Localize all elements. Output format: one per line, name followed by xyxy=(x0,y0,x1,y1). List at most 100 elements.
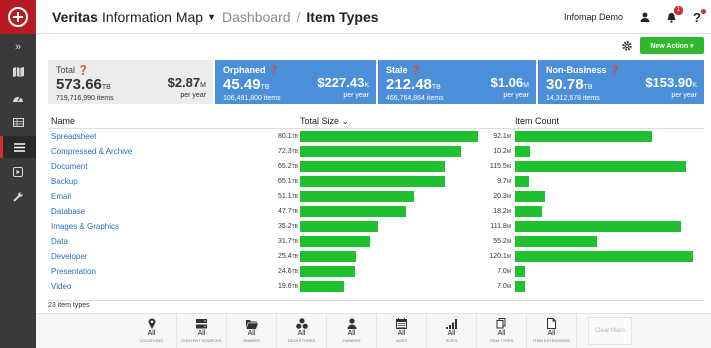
card-non-business[interactable]: Non-Business ❓ 30.78TB 14,312,578 items … xyxy=(536,60,704,104)
filter-content-sources[interactable]: All Content Sources xyxy=(177,314,227,348)
list-icon[interactable] xyxy=(0,136,36,158)
total-size-bar[interactable] xyxy=(300,206,406,217)
filter-locations[interactable]: All Locations xyxy=(127,314,177,348)
item-type-link[interactable]: Email xyxy=(51,192,71,201)
item-type-link[interactable]: Spreadsheet xyxy=(51,132,96,141)
app-name[interactable]: Veritas xyxy=(52,9,98,25)
filter-label: Shares xyxy=(243,338,260,343)
table-row[interactable]: Email 51.1TB 20.3M xyxy=(48,190,704,205)
item-count-bar[interactable] xyxy=(515,146,530,157)
table-row[interactable]: Spreadsheet 80.1TB 92.1M xyxy=(48,130,704,145)
help-mark: ? xyxy=(693,9,701,25)
app-name-rest[interactable]: Information Map xyxy=(102,9,203,25)
item-count-value: 115.5M xyxy=(489,163,511,170)
item-type-link[interactable]: Developer xyxy=(51,252,87,261)
total-size-bar[interactable] xyxy=(300,131,478,142)
total-size-bar[interactable] xyxy=(300,266,355,277)
play-icon[interactable] xyxy=(0,161,36,183)
item-count-bar[interactable] xyxy=(515,236,597,247)
dashboard-icon[interactable] xyxy=(0,86,36,108)
filter-sizes[interactable]: All Sizes xyxy=(427,314,477,348)
top-bar: Veritas Information Map ▼ Dashboard / It… xyxy=(36,0,711,34)
new-action-button[interactable]: New Action ▾ xyxy=(640,37,704,54)
table-row[interactable]: Document 65.2TB 115.5M xyxy=(48,160,704,175)
calendar-icon xyxy=(377,317,426,330)
total-size-bar[interactable] xyxy=(300,191,414,202)
column-header-total-size[interactable]: Total Size ⌄ xyxy=(300,116,349,127)
table-row[interactable]: Compressed & Archive 72.3TB 10.2M xyxy=(48,145,704,160)
card-cost: $2.87M xyxy=(167,75,206,90)
total-size-bar[interactable] xyxy=(300,146,461,157)
table-icon[interactable] xyxy=(0,111,36,133)
breadcrumb-dashboard[interactable]: Dashboard xyxy=(222,9,291,25)
total-size-bar[interactable] xyxy=(300,221,378,232)
item-count-bar[interactable] xyxy=(515,131,652,142)
filter-bar: All Locations All Content Sources All Shares A… xyxy=(36,313,711,348)
item-type-link[interactable]: Data xyxy=(51,237,68,246)
item-type-link[interactable]: Video xyxy=(51,282,71,291)
user-name[interactable]: Infomap Demo xyxy=(564,12,623,22)
item-count-bar[interactable] xyxy=(515,251,693,262)
folder-icon xyxy=(227,317,276,330)
table-row[interactable]: Database 47.7TB 18.2M xyxy=(48,205,704,220)
item-count-value: 92.1M xyxy=(493,133,511,140)
map-icon[interactable] xyxy=(0,61,36,83)
item-count-bar[interactable] xyxy=(515,281,525,292)
total-size-bar[interactable] xyxy=(300,281,344,292)
chevrons-right-icon[interactable]: » xyxy=(0,36,36,58)
sidebar: » xyxy=(0,0,36,348)
item-type-link[interactable]: Compressed & Archive xyxy=(51,147,132,156)
breadcrumb-separator: / xyxy=(296,8,301,25)
table-row[interactable]: Developer 25.4TB 120.1M xyxy=(48,250,704,265)
filter-shares[interactable]: All Shares xyxy=(227,314,277,348)
filter-ages[interactable]: All Ages xyxy=(377,314,427,348)
filter-item-extensions[interactable]: All Item Extensions xyxy=(527,314,577,348)
total-size-bar[interactable] xyxy=(300,176,445,187)
item-type-link[interactable]: Backup xyxy=(51,177,78,186)
total-size-value: 80.1TB xyxy=(277,133,298,140)
card-cost: $227.43K xyxy=(317,75,369,90)
filter-value: All xyxy=(197,330,206,337)
item-count-bar[interactable] xyxy=(515,176,529,187)
item-count-bar[interactable] xyxy=(515,206,542,217)
item-type-link[interactable]: Database xyxy=(51,207,85,216)
wrench-icon[interactable] xyxy=(0,186,36,208)
table-row[interactable]: Backup 65.1TB 9.7M xyxy=(48,175,704,190)
column-header-item-count[interactable]: Item Count xyxy=(515,116,559,126)
filter-value: All xyxy=(547,330,556,337)
table-row[interactable]: Data 31.7TB 55.2M xyxy=(48,235,704,250)
item-type-link[interactable]: Images & Graphics xyxy=(51,222,119,231)
total-size-value: 24.6TB xyxy=(277,268,298,275)
item-count-bar[interactable] xyxy=(515,191,545,202)
logo[interactable] xyxy=(0,0,36,34)
filter-data-stores[interactable]: All Data Stores xyxy=(277,314,327,348)
table-row[interactable]: Images & Graphics 35.2TB 111.8M xyxy=(48,220,704,235)
total-size-value: 19.6TB xyxy=(277,283,298,290)
card-total[interactable]: Total ❓ 573.66TB 719,716,990 items $2.87… xyxy=(48,60,213,104)
total-size-bar[interactable] xyxy=(300,236,370,247)
card-orphaned[interactable]: Orphaned ❓ 45.49TB 106,491,800 items $22… xyxy=(213,60,376,104)
column-header-name[interactable]: Name xyxy=(51,116,75,126)
item-count-bar[interactable] xyxy=(515,161,686,172)
filter-item-types[interactable]: All Item Types xyxy=(477,314,527,348)
total-size-value: 65.2TB xyxy=(277,163,298,170)
item-type-link[interactable]: Document xyxy=(51,162,87,171)
item-count-bar[interactable] xyxy=(515,221,681,232)
chevron-down-icon[interactable]: ▼ xyxy=(207,12,216,22)
help-icon[interactable]: ? xyxy=(689,9,706,25)
total-size-bar[interactable] xyxy=(300,161,445,172)
clear-filters-button[interactable]: Clear filters xyxy=(588,317,632,345)
table-row[interactable]: Video 19.6TB 7.0M xyxy=(48,280,704,295)
bar-chart-icon xyxy=(427,317,476,330)
card-stale[interactable]: Stale ❓ 212.48TB 466,764,864 items $1.06… xyxy=(376,60,536,104)
item-count-bar[interactable] xyxy=(515,266,525,277)
gear-icon[interactable] xyxy=(619,38,635,54)
item-type-link[interactable]: Presentation xyxy=(51,267,96,276)
header-divider xyxy=(48,128,704,129)
filter-owners[interactable]: All Owners xyxy=(327,314,377,348)
user-icon[interactable] xyxy=(637,9,653,25)
notifications-icon[interactable]: 1 xyxy=(663,6,683,25)
total-size-bar[interactable] xyxy=(300,251,356,262)
item-count-value: 18.2M xyxy=(493,208,511,215)
table-row[interactable]: Presentation 24.6TB 7.0M xyxy=(48,265,704,280)
